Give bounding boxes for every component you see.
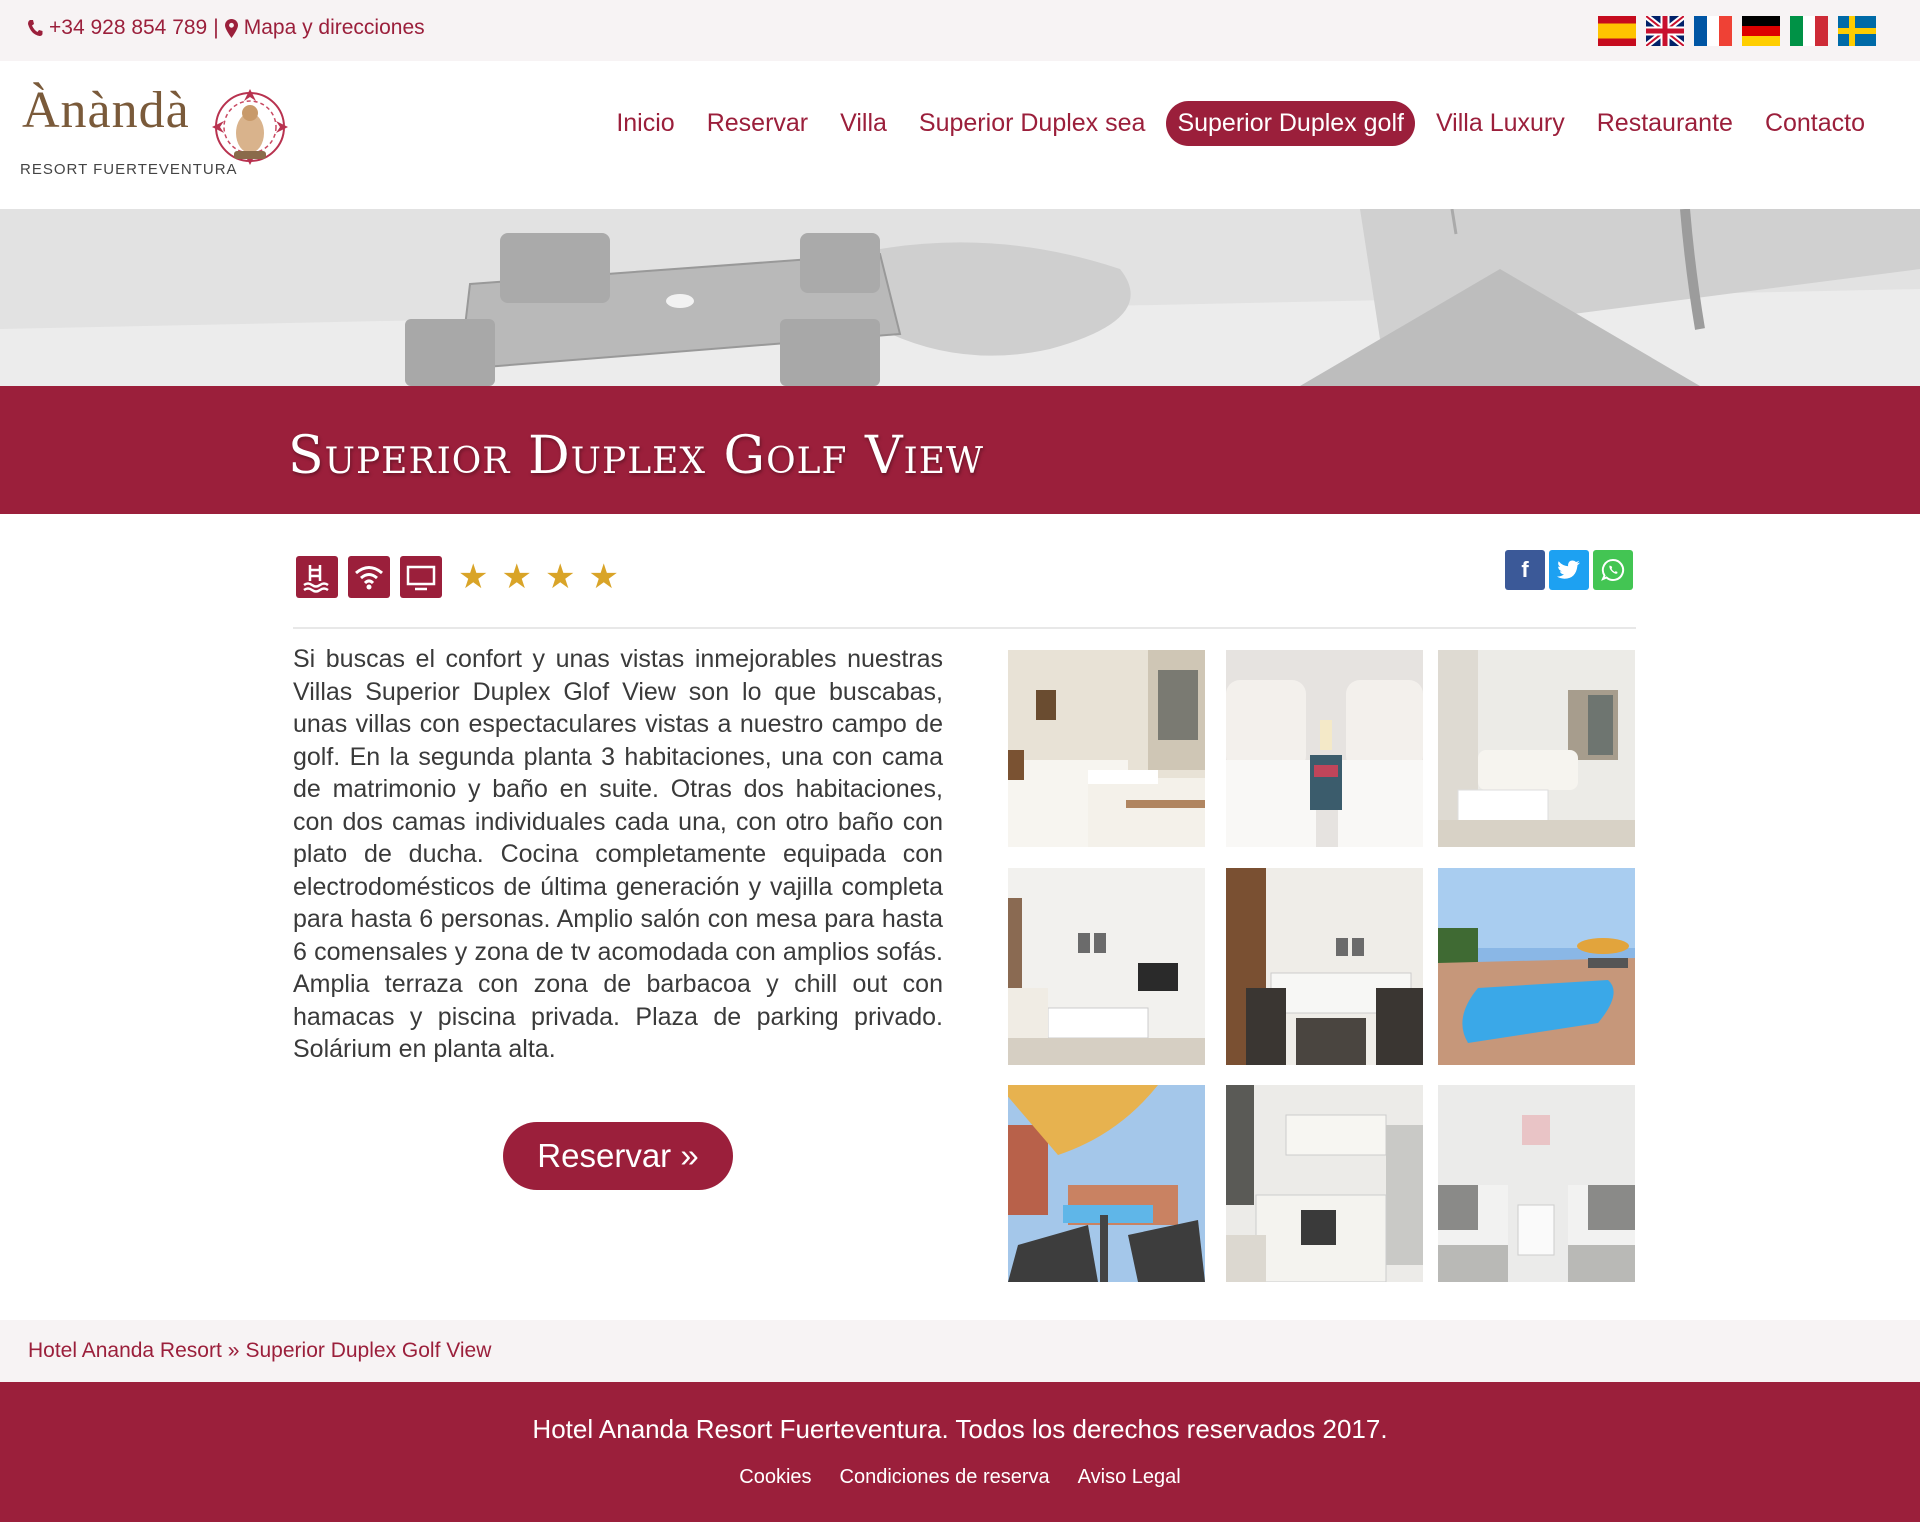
breadcrumb-home-link[interactable]: Hotel Ananda Resort <box>28 1339 222 1363</box>
nav-item-contacto[interactable]: Contacto <box>1754 101 1876 146</box>
footer-link-cookies[interactable]: Cookies <box>739 1466 811 1489</box>
villa-description: Si buscas el confort y unas vistas inmej… <box>293 645 943 1063</box>
site-footer: Hotel Ananda Resort Fuerteventura. Todos… <box>0 1382 1920 1522</box>
breadcrumb-current: Superior Duplex Golf View <box>245 1339 492 1362</box>
mandala-logo-icon <box>210 85 290 171</box>
gallery-photo-dining-table[interactable] <box>1226 868 1423 1065</box>
top-bar: +34 928 854 789 | Mapa y direcciones <box>0 0 1920 61</box>
nav-item-superior-duplex-sea[interactable]: Superior Duplex sea <box>908 101 1157 146</box>
phone-icon <box>27 19 43 37</box>
footer-copyright: Hotel Ananda Resort Fuerteventura. Todos… <box>532 1414 1388 1444</box>
page-title-band: Superior Duplex Golf View <box>0 386 1920 514</box>
wifi-icon <box>348 556 390 598</box>
whatsapp-icon[interactable] <box>1593 550 1633 590</box>
gallery-photo-living-room[interactable] <box>1438 650 1635 847</box>
flag-de-icon[interactable] <box>1742 16 1780 46</box>
flag-fr-icon[interactable] <box>1694 16 1732 46</box>
phone-link[interactable]: +34 928 854 789 <box>49 16 207 40</box>
share-buttons: f <box>1505 550 1633 590</box>
site-logo[interactable]: Ànàndà RESORT FUERTEVENTURA <box>18 81 288 191</box>
gallery-photo-kitchen[interactable] <box>1226 1085 1423 1282</box>
flag-en-icon[interactable] <box>1646 16 1684 46</box>
logo-name: Ànàndà <box>22 82 190 139</box>
gallery-photo-private-pool[interactable] <box>1438 868 1635 1065</box>
language-switcher <box>1598 16 1876 46</box>
breadcrumb-bar: Hotel Ananda Resort » Superior Duplex Go… <box>0 1320 1920 1382</box>
breadcrumb-separator: » <box>227 1339 240 1362</box>
site-header: Ànàndà RESORT FUERTEVENTURA Inicio Reser… <box>0 61 1920 209</box>
star-icon: ★ <box>588 558 619 596</box>
page-title: Superior Duplex Golf View <box>288 426 985 486</box>
footer-link-condiciones[interactable]: Condiciones de reserva <box>840 1466 1050 1489</box>
nav-item-reservar[interactable]: Reservar <box>696 101 819 146</box>
main-nav: Inicio Reservar Villa Superior Duplex se… <box>595 101 1876 146</box>
topbar-separator: | <box>213 16 219 39</box>
footer-link-aviso-legal[interactable]: Aviso Legal <box>1078 1466 1181 1489</box>
twitter-icon[interactable] <box>1549 550 1589 590</box>
breadcrumb: Hotel Ananda Resort » Superior Duplex Go… <box>28 1339 491 1363</box>
nav-item-superior-duplex-golf[interactable]: Superior Duplex golf <box>1166 101 1415 146</box>
star-icon: ★ <box>458 558 489 596</box>
facebook-icon[interactable]: f <box>1505 550 1545 590</box>
content-divider <box>293 627 1636 629</box>
flag-it-icon[interactable] <box>1790 16 1828 46</box>
photo-gallery <box>1008 650 1636 1282</box>
gallery-photo-terrace-parasol[interactable] <box>1008 1085 1205 1282</box>
star-icon: ★ <box>501 558 532 596</box>
map-pin-icon <box>224 18 238 38</box>
reserve-button[interactable]: Reservar » <box>503 1122 733 1190</box>
footer-links: Cookies Condiciones de reserva Aviso Leg… <box>0 1466 1920 1489</box>
hero-banner-image <box>0 209 1920 386</box>
gallery-photo-bedroom-twin[interactable] <box>1008 650 1205 847</box>
gallery-photo-lounge-tv[interactable] <box>1008 868 1205 1065</box>
nav-item-restaurante[interactable]: Restaurante <box>1586 101 1744 146</box>
amenities-list <box>296 556 442 598</box>
flag-es-icon[interactable] <box>1598 16 1636 46</box>
pool-icon <box>296 556 338 598</box>
flag-sv-icon[interactable] <box>1838 16 1876 46</box>
logo-subtitle: RESORT FUERTEVENTURA <box>20 161 238 178</box>
contact-info: +34 928 854 789 | Mapa y direcciones <box>27 16 425 40</box>
nav-item-inicio[interactable]: Inicio <box>605 101 685 146</box>
nav-item-villa-luxury[interactable]: Villa Luxury <box>1425 101 1576 146</box>
tv-icon <box>400 556 442 598</box>
gallery-photo-bedroom-headboard[interactable] <box>1226 650 1423 847</box>
gallery-photo-bedroom-single[interactable] <box>1438 1085 1635 1282</box>
star-icon: ★ <box>544 558 576 596</box>
map-directions-link[interactable]: Mapa y direcciones <box>244 16 425 40</box>
star-rating: ★ ★ ★ ★ <box>458 560 619 594</box>
nav-item-villa[interactable]: Villa <box>829 101 898 146</box>
